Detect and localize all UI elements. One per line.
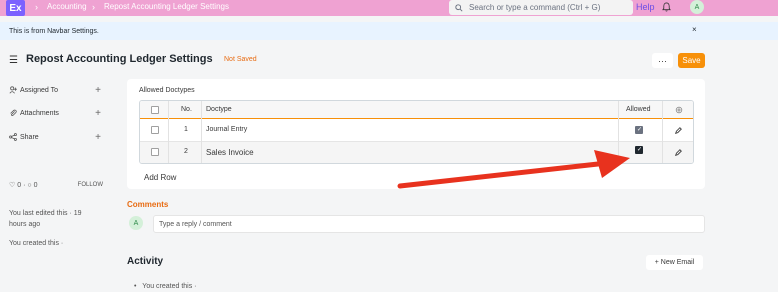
select-all-checkbox[interactable] bbox=[151, 106, 159, 114]
add-icon[interactable]: + bbox=[95, 108, 101, 119]
row-checkbox[interactable] bbox=[151, 126, 159, 134]
column-divider bbox=[618, 101, 619, 163]
share-icon bbox=[9, 133, 17, 141]
table-row[interactable]: 2 Sales Invoice bbox=[140, 142, 693, 163]
app-logo[interactable]: Ex bbox=[6, 0, 25, 16]
activity-item: • You created this · bbox=[134, 283, 197, 290]
save-button[interactable]: Save bbox=[678, 53, 705, 68]
last-edited-text: You last edited this · 19 hours ago bbox=[9, 210, 82, 228]
header-no: No. bbox=[181, 106, 192, 113]
edit-icon[interactable] bbox=[675, 127, 682, 134]
header-allowed: Allowed bbox=[626, 106, 651, 113]
navbar: Ex › Accounting › Repost Accounting Ledg… bbox=[0, 0, 778, 16]
navbar-notice: This is from Navbar Settings. × bbox=[0, 22, 778, 40]
user-plus-icon bbox=[9, 86, 17, 94]
comment-count: 0 bbox=[33, 181, 38, 189]
like-count: 0 bbox=[17, 181, 22, 189]
chevron-right-icon: › bbox=[35, 2, 38, 12]
column-divider bbox=[201, 101, 202, 163]
comment-placeholder: Type a reply / comment bbox=[159, 220, 232, 228]
user-avatar[interactable]: A bbox=[690, 0, 704, 14]
add-icon[interactable]: + bbox=[95, 85, 101, 96]
sidebar-item-share[interactable]: Share + bbox=[9, 132, 101, 143]
sidebar-item-assigned-to[interactable]: Assigned To + bbox=[9, 85, 101, 96]
sidebar-item-attachments[interactable]: Attachments + bbox=[9, 108, 101, 119]
chevron-right-icon: › bbox=[92, 2, 95, 12]
search-placeholder: Search or type a command (Ctrl + G) bbox=[469, 3, 601, 12]
follow-button[interactable]: FOLLOW bbox=[78, 182, 103, 188]
paperclip-icon bbox=[10, 109, 17, 116]
row-number: 1 bbox=[184, 126, 188, 133]
sidebar-item-label: Assigned To bbox=[20, 86, 59, 94]
sidebar-stats: ♡ 0 · ○ 0 FOLLOW bbox=[9, 181, 103, 190]
breadcrumb-accounting[interactable]: Accounting bbox=[47, 2, 87, 11]
comments-heading: Comments bbox=[127, 200, 169, 209]
sidebar-item-label: Attachments bbox=[20, 109, 59, 117]
activity-heading: Activity bbox=[127, 256, 164, 267]
notice-text: This is from Navbar Settings. bbox=[9, 27, 99, 35]
allowed-checkbox[interactable] bbox=[635, 126, 643, 134]
help-menu[interactable]: Help bbox=[636, 2, 655, 12]
heart-icon[interactable]: ♡ bbox=[9, 181, 15, 189]
comment-icon: ○ bbox=[27, 181, 32, 189]
page-title: Repost Accounting Ledger Settings bbox=[26, 53, 213, 65]
doctype-cell[interactable]: Sales Invoice bbox=[206, 148, 254, 157]
settings-icon[interactable] bbox=[675, 106, 683, 114]
close-icon[interactable]: × bbox=[692, 25, 697, 34]
column-divider bbox=[168, 101, 169, 163]
activity-text: You created this · bbox=[142, 283, 197, 290]
new-email-button[interactable]: + New Email bbox=[646, 255, 703, 270]
table-row[interactable]: 1 Journal Entry bbox=[140, 120, 693, 142]
bell-icon[interactable] bbox=[662, 2, 671, 12]
comment-avatar: A bbox=[129, 216, 143, 230]
table-header: No. Doctype Allowed bbox=[140, 101, 693, 119]
add-row-button[interactable]: Add Row bbox=[144, 173, 176, 182]
add-icon[interactable]: + bbox=[95, 132, 101, 143]
created-text: You created this · bbox=[9, 240, 64, 247]
allowed-doctypes-table: No. Doctype Allowed 1 Journal Entry 2 Sa… bbox=[139, 100, 694, 164]
header-doctype: Doctype bbox=[206, 106, 232, 113]
row-number: 2 bbox=[184, 148, 188, 155]
field-label: Allowed Doctypes bbox=[139, 87, 195, 94]
search-input[interactable]: Search or type a command (Ctrl + G) bbox=[449, 0, 633, 15]
status-indicator: Not Saved bbox=[224, 56, 257, 63]
breadcrumb-current[interactable]: Repost Accounting Ledger Settings bbox=[104, 2, 229, 11]
more-actions-button[interactable]: ··· bbox=[652, 53, 673, 68]
row-checkbox[interactable] bbox=[151, 148, 159, 156]
comment-input[interactable]: Type a reply / comment bbox=[153, 215, 705, 233]
edit-icon[interactable] bbox=[675, 149, 682, 156]
sidebar-item-label: Share bbox=[20, 133, 39, 141]
allowed-checkbox[interactable] bbox=[635, 146, 643, 154]
menu-icon[interactable]: ☰ bbox=[9, 55, 18, 66]
doctype-cell[interactable]: Journal Entry bbox=[206, 126, 247, 133]
column-divider bbox=[662, 101, 663, 163]
search-icon bbox=[455, 3, 463, 12]
